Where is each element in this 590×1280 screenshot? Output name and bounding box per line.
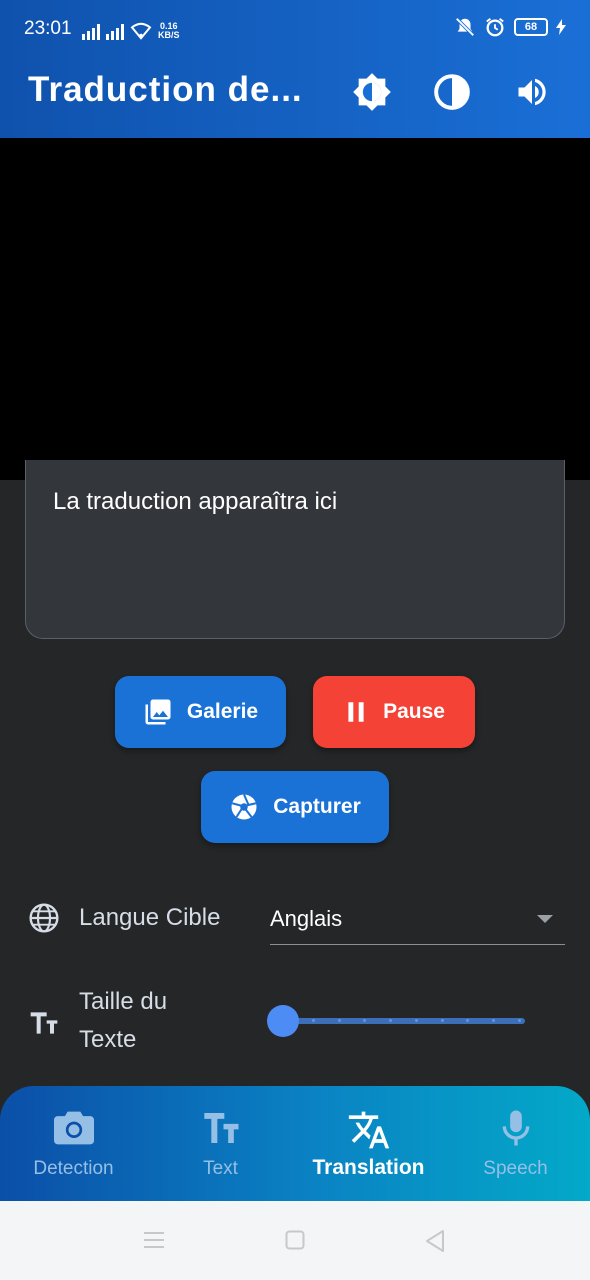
- gallery-icon: [145, 699, 171, 725]
- menu-icon[interactable]: [143, 1229, 165, 1251]
- pause-button[interactable]: Pause: [313, 676, 475, 748]
- home-icon[interactable]: [285, 1229, 305, 1251]
- text-size-label-line2: Texte: [79, 1026, 137, 1053]
- contrast-button[interactable]: [432, 72, 472, 112]
- camera-shutter-icon: [231, 794, 257, 820]
- back-icon[interactable]: [424, 1229, 446, 1253]
- text-size-icon: [203, 1113, 238, 1143]
- nav-label: Detection: [33, 1158, 114, 1179]
- status-time: 23:01: [24, 18, 72, 39]
- slider-tick-marks: [282, 1019, 525, 1023]
- status-network-icons: 0.16 KB/S: [82, 18, 180, 40]
- status-bar: 23:01 0.16 KB/S 68: [0, 0, 590, 60]
- camera-icon: [53, 1111, 94, 1145]
- app-bar-actions: [352, 72, 552, 112]
- capture-button-label: Capturer: [273, 795, 361, 818]
- capture-button[interactable]: Capturer: [201, 771, 389, 843]
- battery-indicator: 68: [514, 18, 548, 36]
- text-size-icon: [30, 1012, 58, 1034]
- contrast-icon: [434, 74, 470, 110]
- mute-icon: [455, 17, 475, 37]
- wifi-icon: [130, 22, 152, 40]
- app-bar: 23:01 0.16 KB/S 68 Traduction de...: [0, 0, 590, 138]
- system-navigation-bar: [0, 1201, 590, 1280]
- nav-item-speech[interactable]: Speech: [442, 1086, 589, 1201]
- translate-icon: [348, 1111, 389, 1149]
- signal-icon: [106, 22, 124, 40]
- nav-item-translation[interactable]: Translation: [295, 1086, 442, 1201]
- network-speed: 0.16 KB/S: [158, 22, 180, 40]
- alarm-icon: [486, 18, 504, 37]
- volume-icon: [518, 78, 546, 106]
- pause-icon: [348, 702, 364, 722]
- nav-label: Speech: [483, 1158, 548, 1179]
- brightness-icon: [353, 73, 391, 111]
- chevron-down-icon: [537, 915, 553, 923]
- microphone-icon: [502, 1110, 529, 1146]
- status-right-icons: 68: [454, 16, 566, 38]
- text-size-slider[interactable]: [266, 1004, 528, 1038]
- volume-button[interactable]: [512, 72, 552, 112]
- nav-label: Text: [203, 1158, 238, 1179]
- translation-placeholder: La traduction apparaîtra ici: [53, 488, 338, 515]
- brightness-button[interactable]: [352, 72, 392, 112]
- target-language-label: Langue Cible: [79, 904, 221, 931]
- nav-item-text[interactable]: Text: [147, 1086, 294, 1201]
- nav-label: Translation: [312, 1156, 425, 1179]
- globe-icon: [29, 903, 59, 933]
- charging-icon: [556, 19, 566, 35]
- target-language-value: Anglais: [270, 906, 343, 931]
- network-speed-unit: KB/S: [158, 30, 180, 40]
- pause-button-label: Pause: [383, 700, 445, 723]
- gallery-button[interactable]: Galerie: [115, 676, 286, 748]
- nav-item-detection[interactable]: Detection: [0, 1086, 147, 1201]
- slider-thumb[interactable]: [267, 1005, 299, 1037]
- bottom-navigation: Detection Text Translation Speech: [0, 1086, 590, 1201]
- target-language-dropdown[interactable]: Anglais: [270, 900, 565, 945]
- page-title: Traduction de...: [28, 70, 303, 109]
- translation-output-box: La traduction apparaîtra ici: [25, 460, 565, 639]
- gallery-button-label: Galerie: [186, 700, 259, 723]
- camera-preview[interactable]: [0, 138, 590, 480]
- signal-icon: [82, 22, 100, 40]
- text-size-label-line1: Taille du: [79, 988, 168, 1015]
